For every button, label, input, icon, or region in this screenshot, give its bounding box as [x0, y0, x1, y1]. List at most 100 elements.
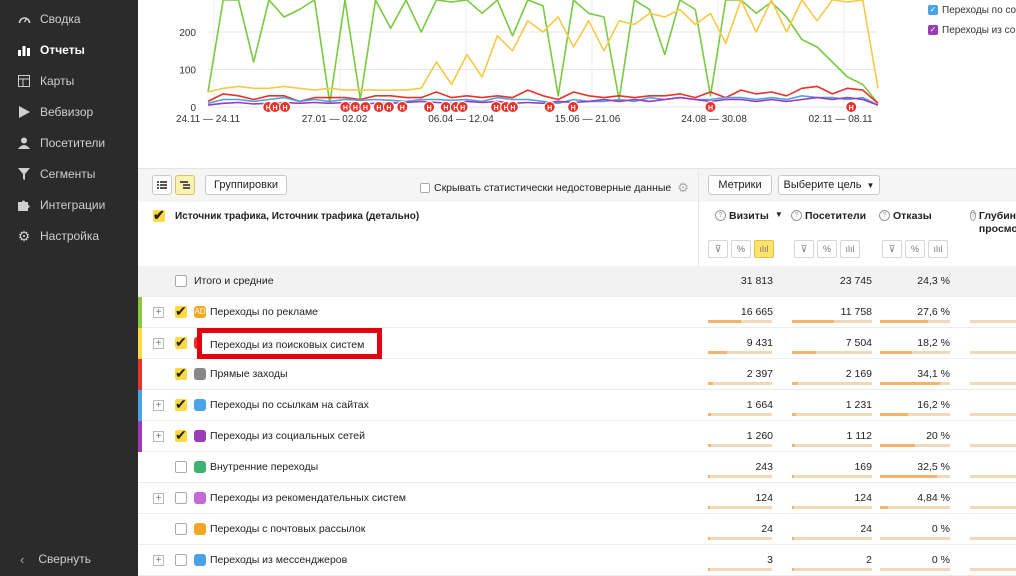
annotation-marker-label: Н [571, 105, 576, 112]
expand-button[interactable]: + [153, 338, 164, 349]
bar-chart-icon[interactable]: ılıl [840, 240, 860, 258]
table-row[interactable]: Внутренние переходы 243 169 32,5 % [138, 452, 1016, 483]
row-label[interactable]: Переходы из рекомендательных систем [210, 492, 406, 504]
row-label[interactable]: Прямые заходы [210, 368, 288, 380]
percent-icon[interactable]: % [731, 240, 751, 258]
cell-bounce: 0 % [931, 523, 950, 535]
visitors-bar [792, 537, 872, 540]
tree-view-button[interactable] [175, 175, 195, 195]
dimension-header[interactable]: ✔ Источник трафика, Источник трафика (де… [153, 207, 420, 223]
cell-bounce: 18,2 % [917, 337, 950, 349]
row-checkbox[interactable] [175, 427, 187, 444]
help-icon[interactable]: ? [970, 210, 976, 221]
nav-item-settings[interactable]: ⚙ Настройка [0, 224, 138, 248]
percent-icon[interactable]: % [905, 240, 925, 258]
row-checkbox[interactable] [175, 303, 187, 320]
collapse-sidebar-button[interactable]: ‹ Свернуть [0, 548, 91, 570]
help-icon[interactable]: ? [791, 210, 802, 221]
table-row[interactable]: + Переходы из рекомендательных систем 124 1… [138, 483, 1016, 514]
groupings-button[interactable]: Группировки [205, 175, 287, 195]
filter-icon[interactable]: ⊽ [708, 240, 728, 258]
table-row[interactable]: + AD Переходы по рекламе 16 665 11 758 27,6 % [138, 297, 1016, 328]
legend-item[interactable]: ✓ Переходы по со [928, 0, 1016, 20]
nav-item-reports[interactable]: Отчеты [0, 38, 138, 62]
dashboard-icon [16, 11, 32, 27]
annotation-marker-label: Н [494, 105, 499, 112]
gear-icon[interactable]: ⚙ [677, 180, 689, 196]
total-checkbox[interactable] [175, 275, 187, 287]
column-label: Отказы [893, 210, 932, 222]
table-row[interactable]: + Переходы по ссылкам на сайтах 1 664 1 231… [138, 390, 1016, 421]
expand-button[interactable]: + [153, 431, 164, 442]
metrics-button[interactable]: Метрики [708, 175, 772, 195]
row-label[interactable]: Переходы по ссылкам на сайтах [210, 399, 369, 411]
table-row[interactable]: + Переходы из мессенджеров 3 2 0 % [138, 545, 1016, 576]
column-label: Глубина просмотра [978, 210, 1016, 235]
expand-button[interactable]: + [153, 493, 164, 504]
cell-visits: 24 [761, 523, 773, 535]
y-tick-label: 200 [179, 28, 196, 39]
bar-chart-icon[interactable]: ılıl [928, 240, 948, 258]
total-visits: 31 813 [740, 275, 773, 287]
expand-button[interactable]: + [153, 307, 164, 318]
row-checkbox[interactable] [175, 523, 187, 535]
bounce-bar [880, 506, 950, 509]
table-row[interactable]: + Переходы из социальных сетей 1 260 1 112 2… [138, 421, 1016, 452]
series-line [207, 0, 879, 105]
row-label[interactable]: Переходы из социальных сетей [210, 430, 365, 442]
visits-bar-fill [708, 537, 710, 540]
expand-button[interactable]: + [153, 400, 164, 411]
depth-bar [970, 475, 1016, 478]
row-label[interactable]: Переходы с почтовых рассылок [210, 523, 365, 535]
row-checkbox[interactable] [175, 461, 187, 473]
legend-item[interactable]: ✓ Переходы из со [928, 20, 1016, 40]
visitors-bar-fill [792, 413, 796, 416]
row-checkbox[interactable] [175, 365, 187, 382]
row-checkbox[interactable] [175, 396, 187, 413]
row-checkbox[interactable] [175, 334, 187, 351]
ad-icon: AD [194, 306, 206, 318]
depth-bar [970, 506, 1016, 509]
annotation-marker-label: Н [547, 105, 552, 112]
select-all-checkbox[interactable]: ✔ [153, 207, 165, 223]
row-label[interactable]: Внутренние переходы [210, 461, 318, 473]
row-label[interactable]: Переходы из мессенджеров [210, 554, 347, 566]
column-depth[interactable]: ? Глубина просмотра [970, 210, 1016, 236]
column-bounce[interactable]: ? Отказы [879, 210, 932, 222]
nav-item-visitors[interactable]: Посетители [0, 131, 138, 155]
nav-item-maps[interactable]: Карты [0, 69, 138, 93]
list-view-button[interactable] [152, 175, 172, 195]
column-visits[interactable]: ? Визиты ▼ [715, 210, 783, 222]
goal-select[interactable]: Выберите цель ▼ [778, 175, 880, 195]
filter-icon[interactable]: ⊽ [882, 240, 902, 258]
visitors-bar [792, 444, 872, 447]
row-color-stripe [138, 297, 142, 328]
annotation-marker-label: Н [343, 105, 348, 112]
hide-unreliable-checkbox[interactable] [420, 183, 430, 193]
nav-item-webvisor[interactable]: Вебвизор [0, 100, 138, 124]
hide-unreliable-label: Скрывать статистически недостоверные дан… [434, 182, 672, 194]
filter-icon[interactable]: ⊽ [794, 240, 814, 258]
percent-icon[interactable]: % [817, 240, 837, 258]
table-row[interactable]: Переходы с почтовых рассылок 24 24 0 % [138, 514, 1016, 545]
row-checkbox[interactable] [175, 554, 187, 566]
nav-item-segments[interactable]: Сегменты [0, 162, 138, 186]
cell-visitors: 24 [860, 523, 872, 535]
annotation-marker-label: Н [460, 105, 465, 112]
row-checkbox[interactable] [175, 492, 187, 504]
hide-unreliable-toggle[interactable]: Скрывать статистически недостоверные дан… [420, 180, 689, 196]
annotation-marker-label: Н [443, 105, 448, 112]
bounce-bar-fill [880, 413, 908, 416]
nav-item-summary[interactable]: Сводка [0, 7, 138, 31]
dimension-header-label: Источник трафика, Источник трафика (дета… [175, 210, 420, 222]
table-row[interactable]: Прямые заходы 2 397 2 169 34,1 % [138, 359, 1016, 390]
help-icon[interactable]: ? [715, 210, 726, 221]
row-label[interactable]: Переходы по рекламе [210, 306, 318, 318]
column-visitors[interactable]: ? Посетители [791, 210, 866, 222]
help-icon[interactable]: ? [879, 210, 890, 221]
visitors-bar-fill [792, 444, 795, 447]
nav-item-integrations[interactable]: Интеграции [0, 193, 138, 217]
bar-chart-icon[interactable]: ılıl [754, 240, 774, 258]
expand-button[interactable]: + [153, 555, 164, 566]
column-tools: ⊽% ılıl [794, 240, 863, 258]
